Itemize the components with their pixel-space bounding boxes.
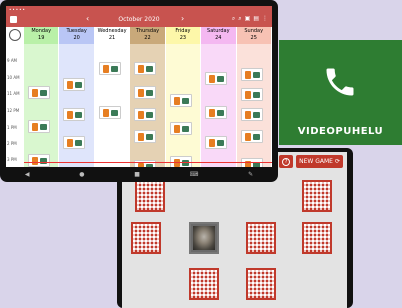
day-column-saturday[interactable] [201,44,237,167]
day-header-wednesday[interactable]: Wednesday 21 [94,27,131,44]
zoom-out-icon[interactable]: ⌕ [238,15,241,23]
day-column-sunday[interactable] [236,44,272,167]
event-card[interactable] [63,78,86,91]
video-call-card[interactable]: VIDEOPUHELU [279,40,402,145]
event-card[interactable] [134,108,157,121]
calendar-header: ••••• ‹ October 2020 › ⌕ ⌕ ▣ ▤ ⋮ [6,6,272,27]
wolf-image [193,226,215,250]
event-card[interactable] [28,154,50,167]
time-label: 10 AM [7,75,20,80]
help-icon: ? [282,157,291,166]
home-icon[interactable]: ● [79,171,84,178]
phone-icon [326,68,354,96]
event-card[interactable] [205,106,228,119]
memory-card[interactable] [302,180,332,212]
event-card[interactable] [205,72,228,85]
clock-icon [9,29,21,41]
event-card[interactable] [28,86,50,99]
day-header-monday[interactable]: Monday 19 [24,27,60,44]
weekday-header: Monday 19 Tuesday 20 Wednesday 21 Thursday 2… [24,27,272,44]
pen-icon[interactable]: ✎ [248,171,253,178]
calendar-icon[interactable]: ▣ [245,15,251,23]
day-header-tuesday[interactable]: Tuesday 20 [59,27,95,44]
memory-card[interactable] [302,222,332,254]
keyboard-icon[interactable]: ⌨ [190,171,199,178]
new-game-button[interactable]: NEW GAME ⟳ [296,155,343,168]
event-card[interactable] [240,130,263,143]
event-card[interactable] [240,68,263,81]
memory-card[interactable] [246,268,276,300]
day-column-thursday[interactable] [130,44,166,167]
calendar-toolbar: ⌕ ⌕ ▣ ▤ ⋮ [232,15,268,23]
day-column-tuesday[interactable] [59,44,95,167]
calendar-screen: ••••• ‹ October 2020 › ⌕ ⌕ ▣ ▤ ⋮ 9 AM 10… [6,6,272,167]
android-nav-bar: ◀ ● ■ ⌨ ✎ [0,167,278,182]
time-column: 9 AM 10 AM 11 AM 12 PM 1 PM 2 PM 3 PM [6,27,24,167]
time-label: 3 PM [7,157,17,162]
current-time-line [24,162,272,163]
event-card[interactable] [169,94,192,107]
event-card[interactable] [134,86,157,99]
time-label: 1 PM [7,125,17,130]
day-column-wednesday[interactable] [94,44,131,167]
next-week-button[interactable]: › [181,14,184,23]
memory-card-revealed[interactable] [189,222,219,254]
week-grid [24,44,272,167]
memory-card[interactable] [131,222,161,254]
event-card[interactable] [169,122,192,135]
more-icon[interactable]: ⋮ [262,15,268,23]
recents-icon[interactable]: ■ [134,171,140,178]
memory-card[interactable] [246,222,276,254]
time-label: 9 AM [7,58,18,63]
day-header-saturday[interactable]: Saturday 24 [201,27,237,44]
day-header-friday[interactable]: Friday 23 [165,27,202,44]
back-icon[interactable]: ◀ [25,171,30,178]
video-call-label: VIDEOPUHELU [297,126,384,137]
time-label: 12 PM [7,108,20,113]
refresh-icon: ⟳ [334,158,340,165]
event-card[interactable] [28,120,50,133]
day-column-monday[interactable] [24,44,60,167]
memory-card[interactable] [135,180,165,212]
day-header-sunday[interactable]: Sunday 25 [236,27,272,44]
event-card[interactable] [98,62,121,75]
time-label: 2 PM [7,141,17,146]
search-icon[interactable]: ⌕ [232,15,235,23]
event-card[interactable] [134,62,157,75]
event-card[interactable] [205,136,228,149]
event-card[interactable] [63,108,86,121]
event-card[interactable] [63,136,86,149]
status-bar: ••••• [9,7,26,12]
event-card[interactable] [134,130,157,143]
help-button[interactable]: ? [279,155,294,168]
event-card[interactable] [240,88,263,101]
day-header-thursday[interactable]: Thursday 22 [130,27,166,44]
calendar-tablet: ••••• ‹ October 2020 › ⌕ ⌕ ▣ ▤ ⋮ 9 AM 10… [0,0,278,182]
calendar-day-icon[interactable]: ▤ [253,15,259,23]
memory-card[interactable] [189,268,219,300]
event-card[interactable] [98,106,121,119]
day-column-friday[interactable] [165,44,202,167]
new-game-label: NEW GAME [299,158,333,165]
time-label: 11 AM [7,91,20,96]
event-card[interactable] [240,108,263,121]
